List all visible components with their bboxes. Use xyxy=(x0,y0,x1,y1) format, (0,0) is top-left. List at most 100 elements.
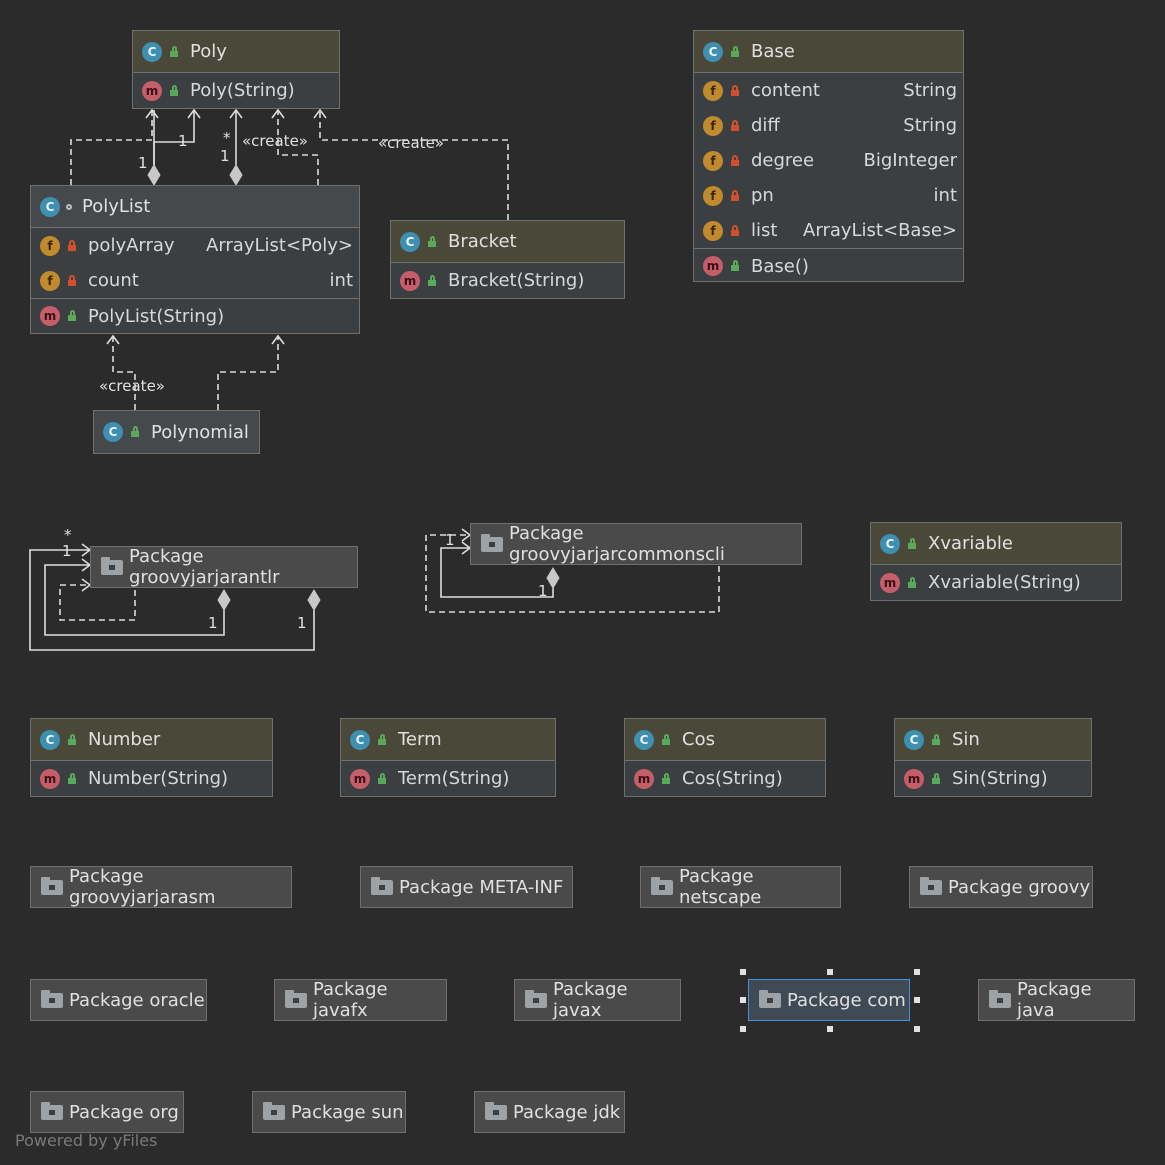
field-name: list xyxy=(751,220,778,241)
class-sin-header: C Sin xyxy=(895,719,1091,761)
folder-icon xyxy=(263,1101,285,1120)
method-name: Bracket(String) xyxy=(448,270,585,291)
label-one-antlr-b: 1 xyxy=(208,614,218,632)
field-name: diff xyxy=(751,115,780,136)
label-create-polylist: «create» xyxy=(242,132,308,150)
class-polylist-header: C PolyList xyxy=(31,186,359,228)
method-row: m Bracket(String) xyxy=(391,263,624,298)
package-org[interactable]: Package org xyxy=(30,1091,184,1133)
class-icon: C xyxy=(350,729,370,750)
label-many-poly: * xyxy=(223,129,231,147)
class-icon: C xyxy=(40,196,60,217)
package-meta-inf[interactable]: Package META-INF xyxy=(360,866,573,908)
method-name: Sin(String) xyxy=(952,768,1048,789)
public-icon xyxy=(376,733,388,746)
class-polylist[interactable]: C PolyList f polyArray ArrayList<Poly> f… xyxy=(30,185,360,334)
folder-icon xyxy=(41,989,63,1008)
field-type: ArrayList<Poly> xyxy=(206,235,353,256)
package-label: Package sun xyxy=(291,1101,404,1123)
package-label: Package jdk xyxy=(513,1101,621,1123)
package-javax[interactable]: Package javax xyxy=(514,979,681,1021)
folder-icon xyxy=(920,876,942,895)
class-base-header: C Base xyxy=(694,31,963,73)
class-icon: C xyxy=(904,729,924,750)
package-com[interactable]: Package com xyxy=(748,979,910,1021)
class-poly[interactable]: C Poly m Poly(String) xyxy=(132,30,340,109)
package-label: Package META-INF xyxy=(399,876,564,898)
class-name: Xvariable xyxy=(928,533,1013,554)
class-xvariable-header: C Xvariable xyxy=(871,523,1121,565)
package-groovy[interactable]: Package groovy xyxy=(909,866,1093,908)
public-icon xyxy=(168,45,180,58)
class-icon: C xyxy=(703,41,723,62)
class-base[interactable]: C Base f content String f diff String f … xyxy=(693,30,964,282)
method-icon: m xyxy=(904,768,924,789)
package-label: Package groovyjarjarasm xyxy=(69,866,216,908)
field-row: f pn int xyxy=(694,178,963,213)
method-name: Cos(String) xyxy=(682,768,783,789)
method-icon: m xyxy=(880,572,900,593)
class-cos[interactable]: C Cos m Cos(String) xyxy=(624,718,826,797)
folder-icon xyxy=(651,876,673,895)
selection-handle-n[interactable] xyxy=(827,969,833,975)
package-java[interactable]: Package java xyxy=(978,979,1135,1021)
edge-polynomial-polylist-create xyxy=(112,336,136,410)
package-javafx[interactable]: Package javafx xyxy=(274,979,447,1021)
powered-by-footer: Powered by yFiles xyxy=(15,1131,158,1150)
class-xvariable[interactable]: C Xvariable m Xvariable(String) xyxy=(870,522,1122,601)
private-icon xyxy=(729,154,741,167)
edge-polylist-poly-dep xyxy=(70,110,153,185)
selection-handle-w[interactable] xyxy=(740,997,746,1003)
class-cos-header: C Cos xyxy=(625,719,825,761)
field-row: f polyArray ArrayList<Poly> xyxy=(31,228,359,263)
edge-polynomial-polylist-dep xyxy=(217,336,279,410)
selection-handle-s[interactable] xyxy=(827,1026,833,1032)
method-row: m Base() xyxy=(694,248,963,283)
class-bracket[interactable]: C Bracket m Bracket(String) xyxy=(390,220,625,299)
label-create-bracket: «create» xyxy=(378,134,444,152)
package-oracle[interactable]: Package oracle xyxy=(30,979,207,1021)
label-one-poly-a: 1 xyxy=(178,132,188,150)
field-icon: f xyxy=(703,150,723,171)
class-name: Sin xyxy=(952,729,980,750)
public-icon xyxy=(168,84,180,97)
class-polynomial[interactable]: C Polynomial xyxy=(93,410,260,454)
method-name: Xvariable(String) xyxy=(928,572,1081,593)
class-name: Term xyxy=(398,729,442,750)
field-row: f content String xyxy=(694,73,963,108)
folder-icon xyxy=(759,989,781,1008)
package-label: Package groovyjarjarantlr xyxy=(129,546,280,588)
selection-handle-e[interactable] xyxy=(914,997,920,1003)
class-sin[interactable]: C Sin m Sin(String) xyxy=(894,718,1092,797)
class-term[interactable]: C Term m Term(String) xyxy=(340,718,556,797)
selection-handle-sw[interactable] xyxy=(740,1026,746,1032)
method-row: m Term(String) xyxy=(341,761,555,796)
class-number[interactable]: C Number m Number(String) xyxy=(30,718,273,797)
diamond-antlr-1 xyxy=(217,589,231,611)
class-icon: C xyxy=(103,422,123,442)
package-groovyjarjarasm[interactable]: Package groovyjarjarasm xyxy=(30,866,292,908)
field-icon: f xyxy=(40,235,60,256)
label-one-antlr-a: 1 xyxy=(62,542,72,560)
label-one-poly-c: 1 xyxy=(220,147,230,165)
class-icon: C xyxy=(40,729,60,750)
selection-handle-nw[interactable] xyxy=(740,969,746,975)
package-netscape[interactable]: Package netscape xyxy=(640,866,841,908)
edge-antlr-self-1 xyxy=(59,584,136,621)
selection-handle-ne[interactable] xyxy=(914,969,920,975)
method-icon: m xyxy=(40,306,60,326)
class-name: Bracket xyxy=(448,231,517,252)
folder-icon xyxy=(481,533,503,552)
field-type: ArrayList<Base> xyxy=(803,220,957,241)
selection-handle-se[interactable] xyxy=(914,1026,920,1032)
package-sun[interactable]: Package sun xyxy=(252,1091,406,1133)
field-type: String xyxy=(903,115,957,136)
folder-icon xyxy=(371,876,393,895)
diamond-polylist-2 xyxy=(229,164,243,186)
package-jdk[interactable]: Package jdk xyxy=(474,1091,625,1133)
public-icon xyxy=(906,537,918,550)
folder-icon xyxy=(485,1101,507,1120)
folder-icon xyxy=(41,1101,63,1120)
package-groovyjarjarantlr[interactable]: Package groovyjarjarantlr xyxy=(90,546,358,588)
package-groovyjarjarcommonscli[interactable]: Package groovyjarjarcommonscli xyxy=(470,523,802,565)
